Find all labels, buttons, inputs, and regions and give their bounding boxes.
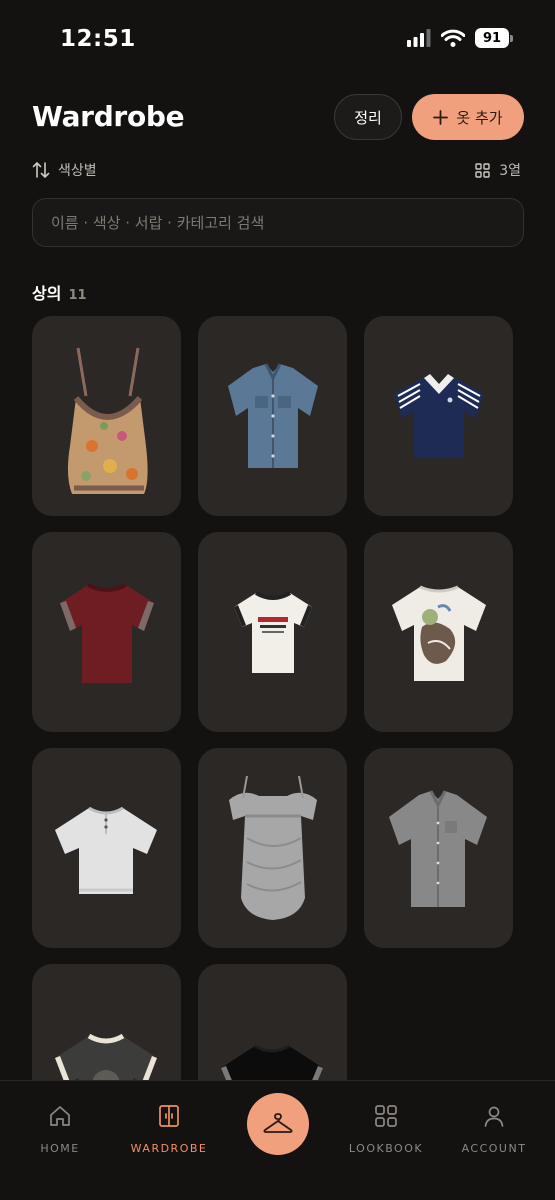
status-bar: 12:51 91 (0, 0, 555, 80)
denim-short-sleeve-shirt-icon (227, 363, 318, 468)
clothing-card[interactable] (364, 532, 513, 732)
grid-icon (475, 162, 490, 178)
lookbook-grid-icon (375, 1105, 397, 1127)
clothing-card[interactable] (198, 748, 347, 948)
white-ringer-tshirt-icon (233, 590, 312, 673)
section-count: 11 (68, 288, 87, 303)
tab-account[interactable]: ACCOUNT (444, 1081, 544, 1155)
tab-account-label: ACCOUNT (461, 1142, 527, 1155)
tab-lookbook[interactable]: LOOKBOOK (336, 1081, 436, 1155)
column-toggle[interactable]: 3열 (475, 160, 521, 180)
grey-henley-knit-icon (55, 806, 157, 894)
section-title: 상의 (32, 284, 62, 303)
sort-label: 색상별 (58, 163, 97, 179)
sort-control[interactable]: 색상별 (32, 160, 97, 180)
account-icon (484, 1106, 504, 1127)
tab-wardrobe-label: WARDROBE (130, 1142, 208, 1155)
bottom-tab-bar: HOME WARDROBE LOOKBOOK ACCOUNT (0, 1080, 555, 1200)
sort-arrows-icon (32, 162, 50, 178)
tab-wardrobe[interactable]: WARDROBE (119, 1081, 219, 1155)
organize-button-label: 정리 (354, 108, 382, 127)
clothing-card[interactable] (32, 532, 181, 732)
plus-icon (433, 109, 449, 125)
tab-lookbook-label: LOOKBOOK (348, 1142, 424, 1155)
battery-level: 91 (475, 28, 509, 48)
search-input[interactable] (32, 198, 524, 247)
status-icons: 91 (407, 28, 513, 48)
clothing-card[interactable] (198, 316, 347, 516)
hanger-icon (263, 1113, 293, 1133)
page-title: Wardrobe (32, 100, 185, 133)
clothing-card[interactable] (32, 316, 181, 516)
status-time: 12:51 (60, 26, 136, 52)
navy-polo-shirt-icon (393, 374, 484, 458)
wardrobe-icon (159, 1105, 179, 1127)
burgundy-tshirt-icon (59, 582, 154, 683)
tab-home[interactable]: HOME (10, 1081, 110, 1155)
wifi-icon (441, 29, 465, 47)
battery-tip (510, 34, 513, 42)
add-clothes-button-label: 옷 추가 (456, 108, 503, 127)
clothing-card[interactable] (198, 532, 347, 732)
grey-short-sleeve-shirt-icon (389, 790, 487, 907)
tab-home-label: HOME (40, 1142, 80, 1155)
organize-button[interactable]: 정리 (334, 94, 402, 140)
section-header: 상의 11 (32, 280, 87, 304)
white-graphic-tshirt-icon (391, 585, 486, 681)
home-icon (50, 1106, 70, 1126)
clothing-card[interactable] (364, 316, 513, 516)
add-clothes-button[interactable]: 옷 추가 (412, 94, 524, 140)
clothing-card[interactable] (32, 748, 181, 948)
hanger-button[interactable] (247, 1093, 309, 1155)
floral-camisole-top-icon (67, 347, 148, 494)
grey-draped-top-icon (228, 775, 317, 920)
battery-indicator: 91 (475, 28, 513, 48)
cellular-signal-icon (407, 29, 431, 47)
column-label: 3열 (499, 163, 521, 179)
clothing-card[interactable] (364, 748, 513, 948)
